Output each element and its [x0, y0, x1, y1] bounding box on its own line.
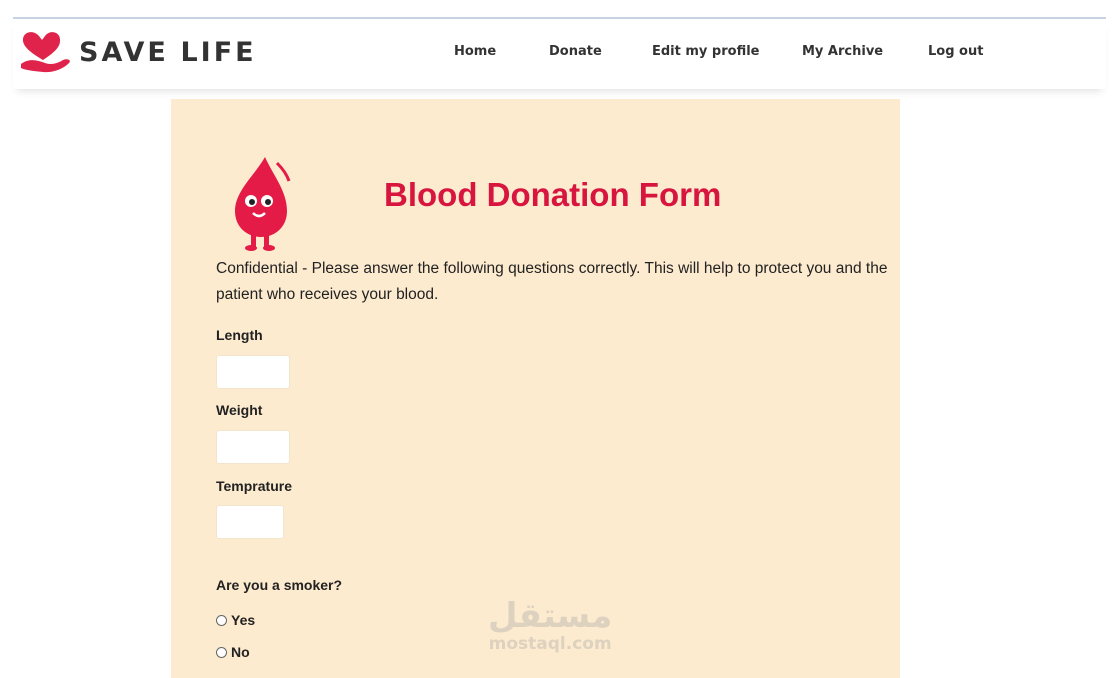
length-input[interactable] [216, 355, 290, 389]
radio-no[interactable] [216, 646, 227, 658]
logo[interactable]: SAVE LIFE [19, 29, 257, 75]
length-label: Length [216, 327, 263, 343]
navbar: SAVE LIFE Home Donate Edit my profile My… [13, 19, 1106, 89]
nav-edit-profile[interactable]: Edit my profile [652, 44, 760, 59]
watermark-arabic: مستقل [488, 596, 613, 636]
temperature-input[interactable] [216, 505, 284, 539]
temperature-label: Temprature [216, 478, 292, 494]
smoker-option-yes[interactable]: Yes [216, 612, 255, 628]
weight-label: Weight [216, 402, 263, 418]
nav-my-archive[interactable]: My Archive [802, 44, 883, 59]
weight-input[interactable] [216, 430, 290, 464]
radio-no-label: No [231, 644, 250, 660]
nav-donate[interactable]: Donate [549, 44, 602, 59]
nav-log-out[interactable]: Log out [928, 44, 983, 59]
watermark: مستقل mostaql.com [488, 598, 612, 654]
form-title: Blood Donation Form [384, 176, 722, 213]
radio-yes-label: Yes [231, 612, 256, 628]
brand-name: SAVE LIFE [79, 36, 257, 68]
heart-hand-icon [21, 32, 70, 73]
blood-drop-mascot-icon [235, 157, 291, 251]
form-intro: Confidential - Please answer the followi… [216, 260, 888, 303]
watermark-latin: mostaql.com [488, 634, 612, 654]
smoker-question: Are you a smoker? [216, 577, 343, 593]
radio-yes[interactable] [216, 614, 227, 626]
nav-home[interactable]: Home [454, 44, 496, 59]
smoker-option-no[interactable]: No [216, 644, 250, 660]
